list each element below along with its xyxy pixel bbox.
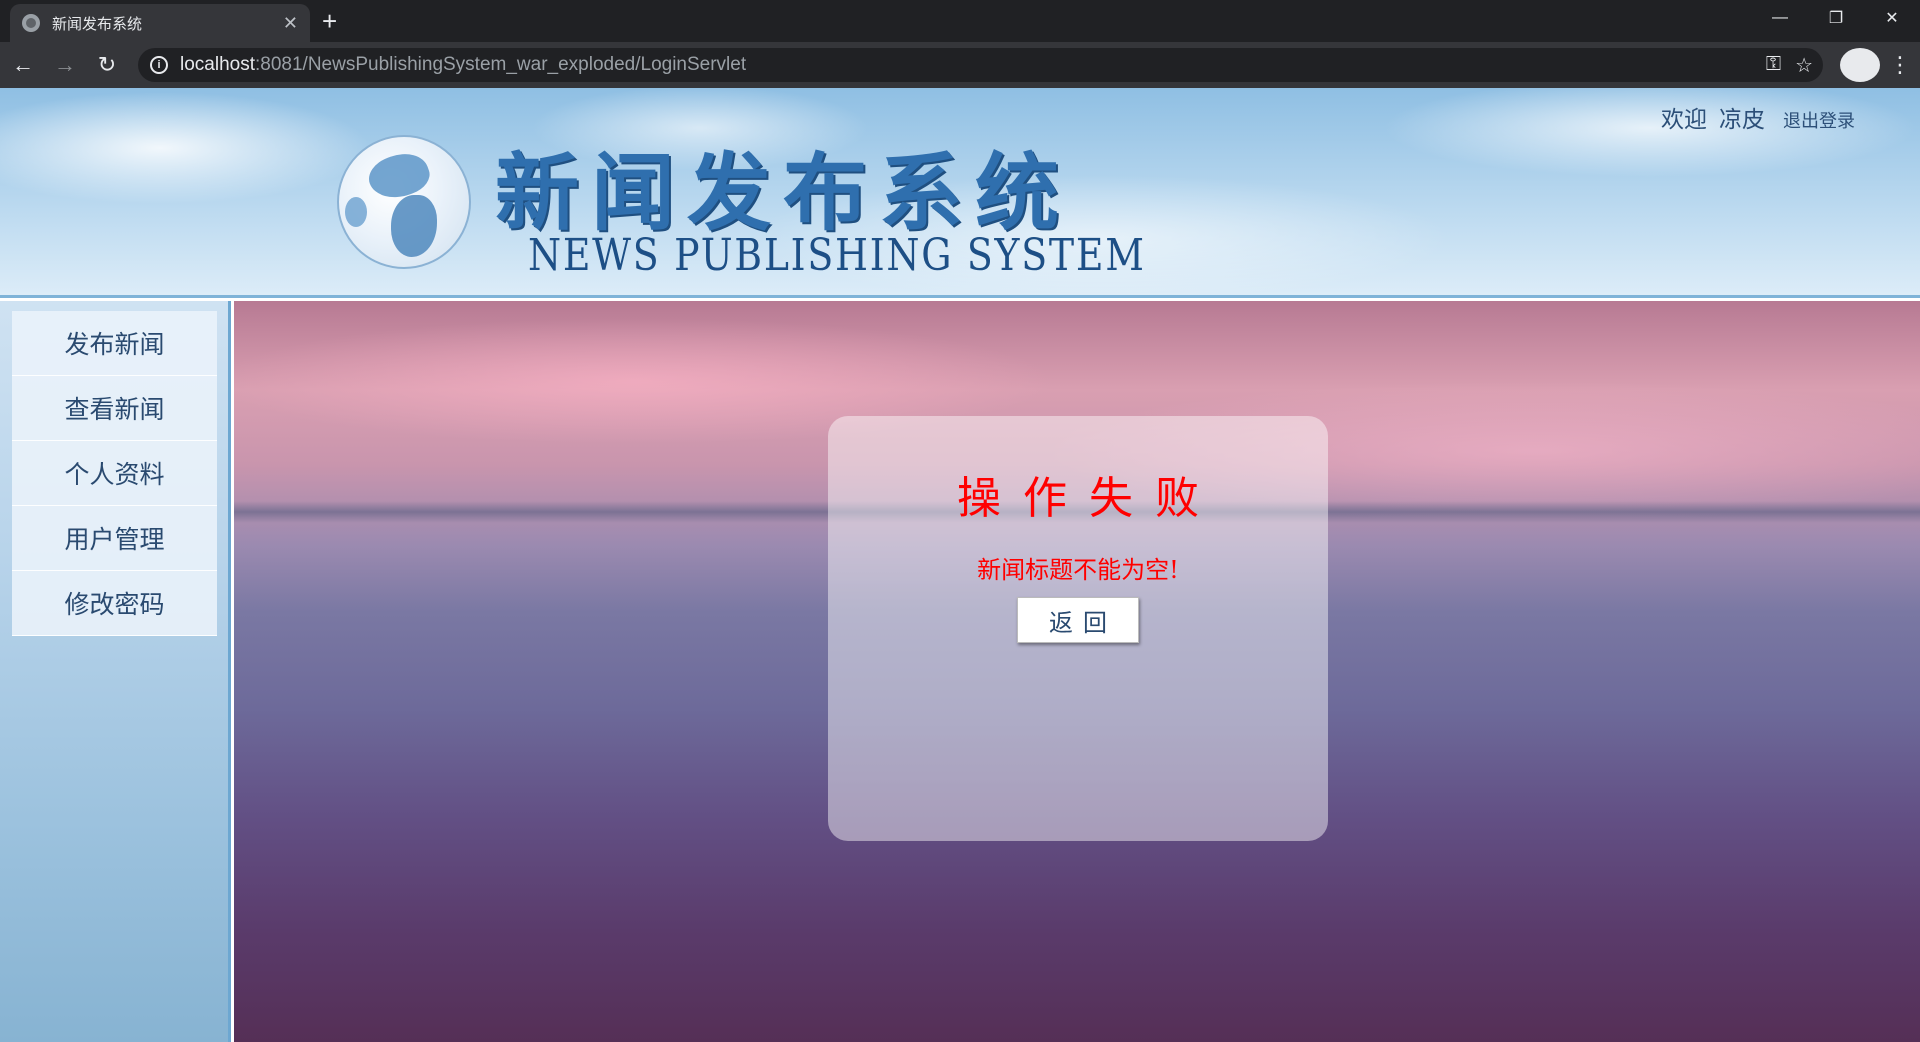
address-bar[interactable]: i localhost:8081/NewsPublishingSystem_wa… — [138, 48, 1823, 82]
sidebar-item-profile[interactable]: 个人资料 — [12, 441, 217, 506]
browser-titlebar: 新闻发布系统 ✕ + — ❐ ✕ — [0, 0, 1920, 42]
welcome-text: 欢迎 — [1661, 106, 1707, 132]
sidebar: 发布新闻 查看新闻 个人资料 用户管理 修改密码 — [0, 301, 231, 1042]
tab-close-icon[interactable]: ✕ — [283, 13, 298, 34]
site-header: 新闻发布系统 NEWS PUBLISHING SYSTEM 欢迎 凉皮 退出登录 — [0, 88, 1920, 298]
browser-tab[interactable]: 新闻发布系统 ✕ — [10, 4, 310, 42]
reload-icon[interactable]: ↻ — [88, 46, 126, 84]
browser-menu-icon[interactable]: ⋮ — [1880, 48, 1920, 82]
page-content: 新闻发布系统 NEWS PUBLISHING SYSTEM 欢迎 凉皮 退出登录… — [0, 88, 1920, 1042]
globe-logo-icon — [337, 135, 471, 269]
globe-favicon-icon — [22, 14, 40, 32]
main-panel: 操作失败 新闻标题不能为空! 返回 — [234, 301, 1920, 1042]
back-button[interactable]: 返回 — [1017, 597, 1139, 643]
forward-arrow-icon[interactable]: → — [46, 46, 84, 84]
error-title: 操作失败 — [957, 473, 1221, 524]
key-icon[interactable]: ⚿ — [1766, 53, 1781, 78]
url-host: localhost — [180, 54, 255, 75]
sidebar-item-user-management[interactable]: 用户管理 — [12, 506, 217, 571]
site-info-icon[interactable]: i — [150, 56, 168, 74]
tab-title: 新闻发布系统 — [52, 15, 143, 33]
logout-link[interactable]: 退出登录 — [1783, 107, 1855, 133]
browser-toolbar: ← → ↻ i localhost:8081/NewsPublishingSys… — [0, 42, 1920, 88]
restore-icon[interactable]: ❐ — [1808, 0, 1864, 36]
minimize-icon[interactable]: — — [1752, 0, 1808, 36]
user-bar: 欢迎 凉皮 退出登录 — [1661, 100, 1855, 134]
profile-avatar-icon[interactable] — [1840, 48, 1880, 82]
window-controls: — ❐ ✕ — [1752, 0, 1920, 36]
back-arrow-icon[interactable]: ← — [4, 46, 42, 84]
new-tab-button[interactable]: + — [322, 6, 337, 37]
error-dialog: 操作失败 新闻标题不能为空! 返回 — [828, 416, 1328, 841]
bookmark-star-icon[interactable]: ☆ — [1795, 53, 1813, 78]
sidebar-item-publish-news[interactable]: 发布新闻 — [12, 311, 217, 376]
sidebar-menu: 发布新闻 查看新闻 个人资料 用户管理 修改密码 — [12, 311, 217, 636]
username: 凉皮 — [1719, 106, 1765, 132]
error-message: 新闻标题不能为空! — [977, 556, 1179, 584]
url-text: localhost:8081/NewsPublishingSystem_war_… — [180, 54, 746, 76]
sidebar-item-change-password[interactable]: 修改密码 — [12, 571, 217, 636]
sidebar-item-view-news[interactable]: 查看新闻 — [12, 376, 217, 441]
site-title: 新闻发布系统 — [495, 144, 1072, 242]
site-subtitle: NEWS PUBLISHING SYSTEM — [528, 230, 1146, 281]
url-path: :8081/NewsPublishingSystem_war_exploded/… — [255, 54, 747, 75]
close-window-icon[interactable]: ✕ — [1864, 0, 1920, 36]
